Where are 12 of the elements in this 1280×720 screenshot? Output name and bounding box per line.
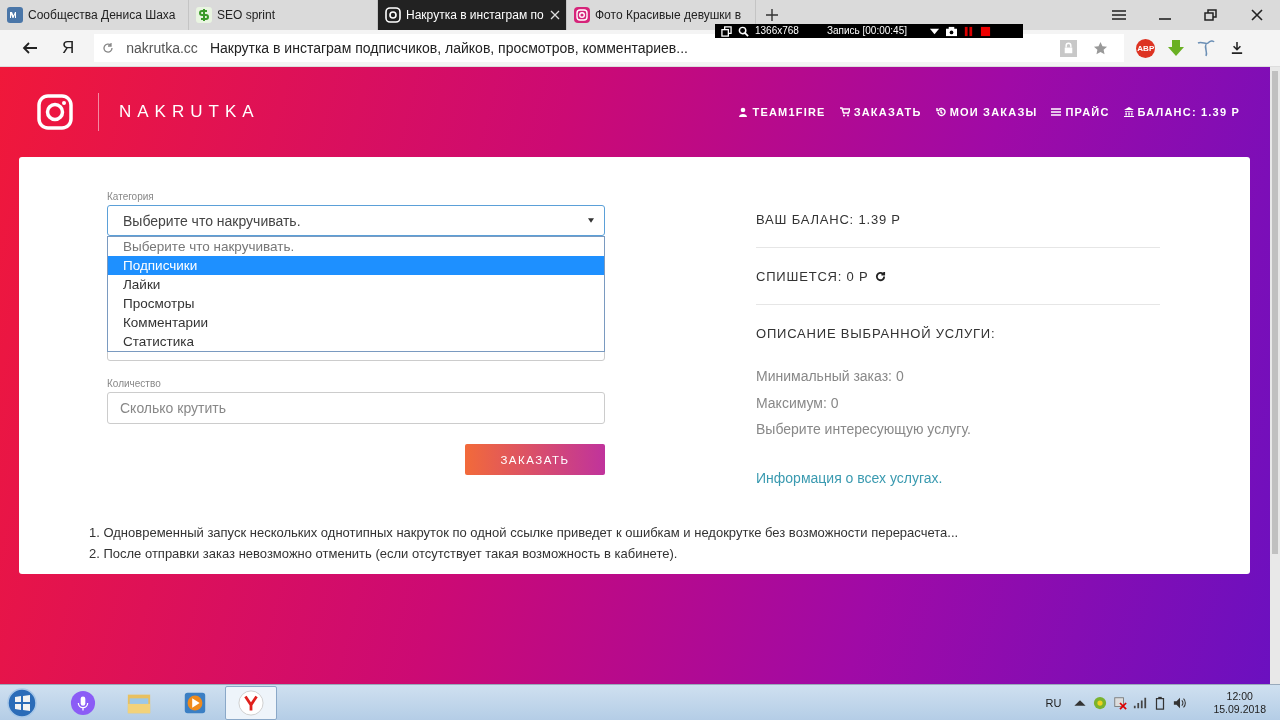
description-heading: ОПИСАНИЕ ВЫБРАННОЙ УСЛУГИ: xyxy=(756,325,996,341)
balance-text: ВАШ БАЛАНС: 1.39 Р xyxy=(756,211,901,227)
note-text: 2. После отправки заказ невозможно отменить (если отсутствует такая возможность в кабинете). xyxy=(89,544,679,563)
description-text: Минимальный заказ: 0 xyxy=(756,367,905,386)
description-text: Максимум: 0 xyxy=(756,393,840,413)
field-label: Категория xyxy=(107,191,155,202)
description-text: Выберите интересующую услугу. xyxy=(756,420,972,439)
field-label: Количество xyxy=(107,378,162,389)
resolution-text: 1366x768 xyxy=(755,25,799,37)
charge-text: СПИШЕТСЯ: 0 Р xyxy=(756,268,869,284)
recording-status: Запись [00:00:45] xyxy=(826,25,907,37)
note-text: 1. Одновременный запуск нескольких однотипных накруток по одной ссылке приведет к ошибкам и недокрутке без возможности перерасчета... xyxy=(89,523,960,542)
